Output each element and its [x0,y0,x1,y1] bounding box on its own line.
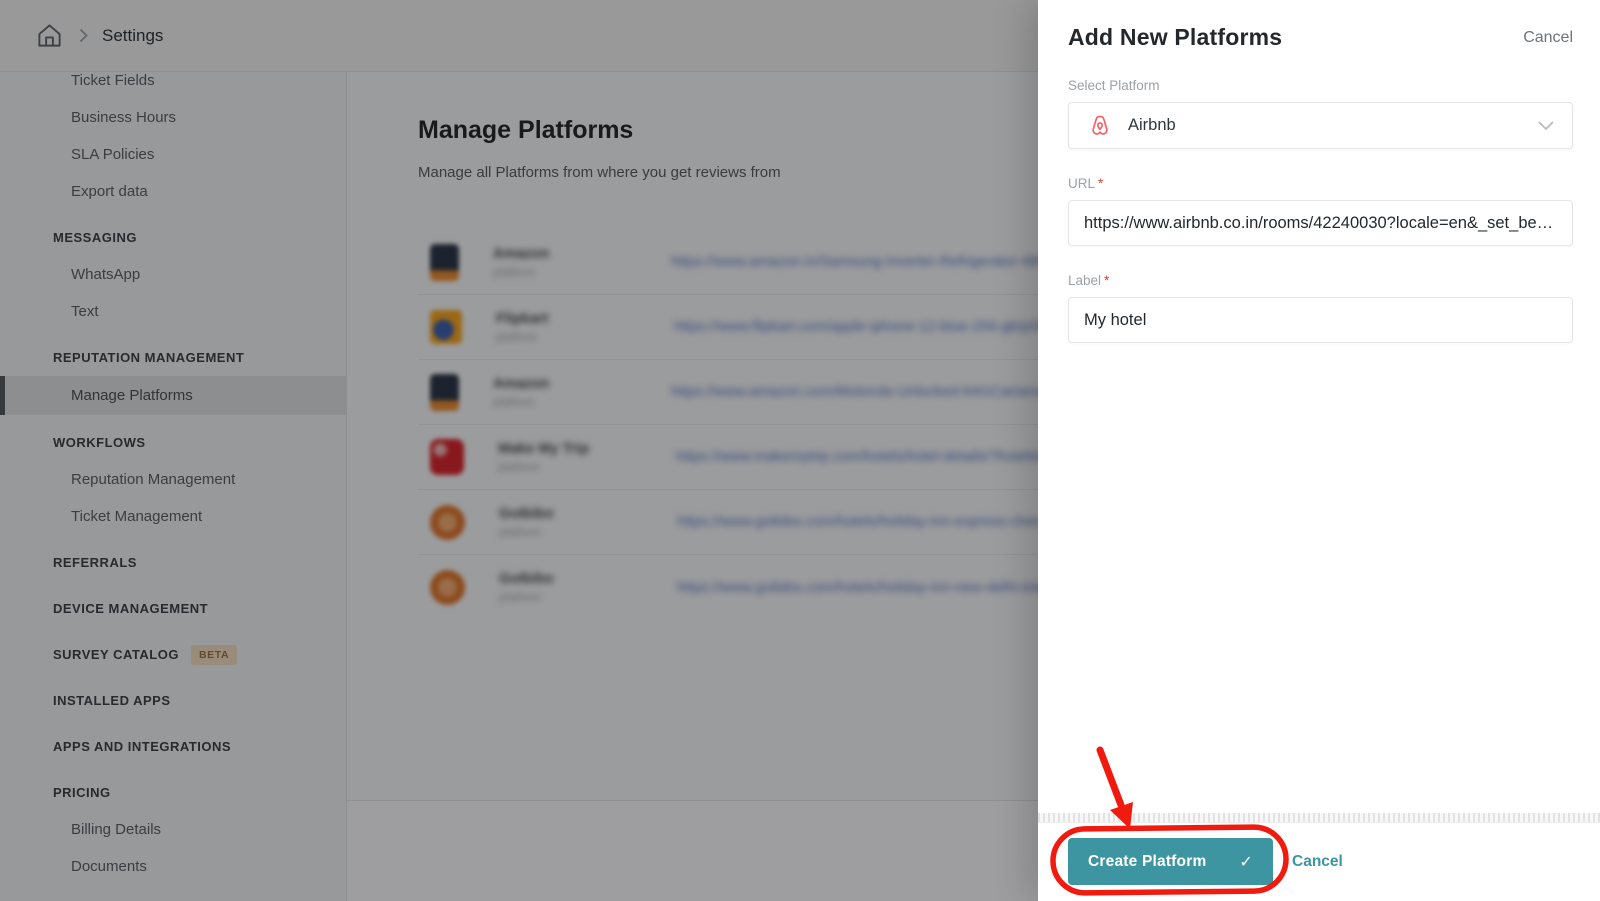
required-asterisk: * [1098,176,1104,191]
create-platform-button[interactable]: Create Platform ✓ [1068,838,1273,885]
select-platform-label: Select Platform [1068,78,1160,93]
platform-select[interactable]: Airbnb [1068,102,1573,149]
panel-title: Add New Platforms [1068,24,1283,50]
label-input[interactable]: My hotel [1068,297,1573,343]
footer-cancel-link[interactable]: Cancel [1292,853,1343,871]
panel-footer: Create Platform ✓ Cancel [1038,813,1600,901]
chevron-down-icon [1538,121,1554,130]
label-label: Label * [1068,273,1110,288]
dim-overlay [0,0,1038,901]
platform-select-value: Airbnb [1128,116,1176,134]
airbnb-icon [1092,115,1108,135]
add-platform-panel: Add New Platforms Cancel Select Platform… [1038,0,1600,901]
panel-cancel-link[interactable]: Cancel [1523,29,1573,47]
check-icon: ✓ [1239,853,1253,871]
url-label: URL * [1068,176,1104,191]
required-asterisk: * [1104,273,1110,288]
url-input[interactable]: https://www.airbnb.co.in/rooms/42240030?… [1068,200,1573,246]
